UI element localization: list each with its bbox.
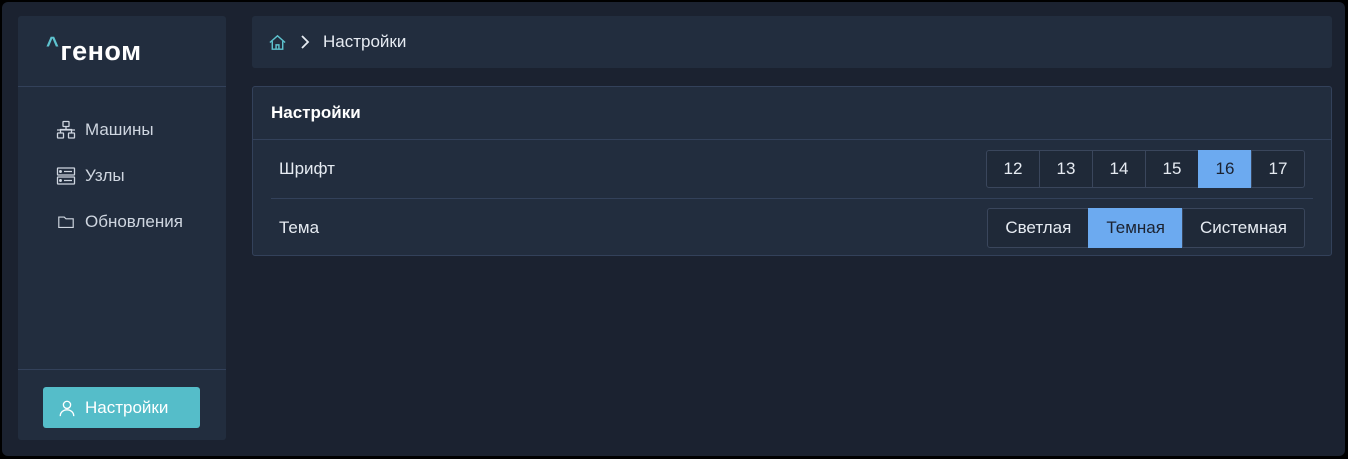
theme-option-system[interactable]: Системная	[1181, 208, 1305, 248]
sidebar-item-label: Обновления	[85, 212, 183, 231]
theme-setting-row: Тема Светлая Темная Системная	[271, 199, 1313, 257]
settings-button-label: Настройки	[85, 397, 169, 417]
theme-selector: Светлая Темная Системная	[987, 208, 1305, 248]
server-icon	[56, 166, 76, 186]
font-setting-row: Шрифт 12 13 14 15 16 17	[271, 140, 1313, 199]
font-option-17[interactable]: 17	[1251, 150, 1305, 188]
breadcrumb-current: Настройки	[323, 32, 407, 51]
sidebar-item-label: Узлы	[85, 166, 125, 185]
home-icon[interactable]	[268, 33, 287, 52]
settings-panel: Настройки Шрифт 12 13 14 15 16 17 Тема С…	[252, 86, 1332, 256]
logo-caret: ^	[46, 32, 60, 57]
theme-label: Тема	[279, 218, 320, 237]
sidebar-item-label: Машины	[85, 120, 154, 139]
theme-option-light[interactable]: Светлая	[987, 208, 1090, 248]
sidebar-item-updates[interactable]: Обновления	[18, 199, 226, 245]
breadcrumb: Настройки	[252, 16, 1332, 68]
theme-option-dark[interactable]: Темная	[1088, 208, 1183, 248]
font-size-selector: 12 13 14 15 16 17	[986, 150, 1305, 188]
sidebar-nav: Машины Узлы Обновления	[18, 87, 226, 245]
font-option-14[interactable]: 14	[1092, 150, 1146, 188]
font-label: Шрифт	[279, 159, 335, 178]
font-option-16[interactable]: 16	[1198, 150, 1252, 188]
font-option-15[interactable]: 15	[1145, 150, 1199, 188]
app-window: ^ геном Машины Узлы Обновления Настройки…	[2, 2, 1345, 456]
network-icon	[56, 120, 76, 140]
folder-icon	[56, 212, 76, 232]
font-option-12[interactable]: 12	[986, 150, 1040, 188]
sidebar-item-nodes[interactable]: Узлы	[18, 153, 226, 199]
sidebar-footer: Настройки	[18, 369, 226, 440]
panel-title: Настройки	[253, 87, 1331, 140]
user-icon	[58, 399, 76, 417]
logo-text: геном	[60, 35, 142, 66]
settings-button[interactable]: Настройки	[43, 387, 200, 428]
app-logo[interactable]: ^ геном	[18, 16, 226, 87]
chevron-right-icon	[299, 34, 311, 50]
sidebar-item-machines[interactable]: Машины	[18, 107, 226, 153]
font-option-13[interactable]: 13	[1039, 150, 1093, 188]
sidebar: ^ геном Машины Узлы Обновления Настройки	[18, 16, 226, 440]
